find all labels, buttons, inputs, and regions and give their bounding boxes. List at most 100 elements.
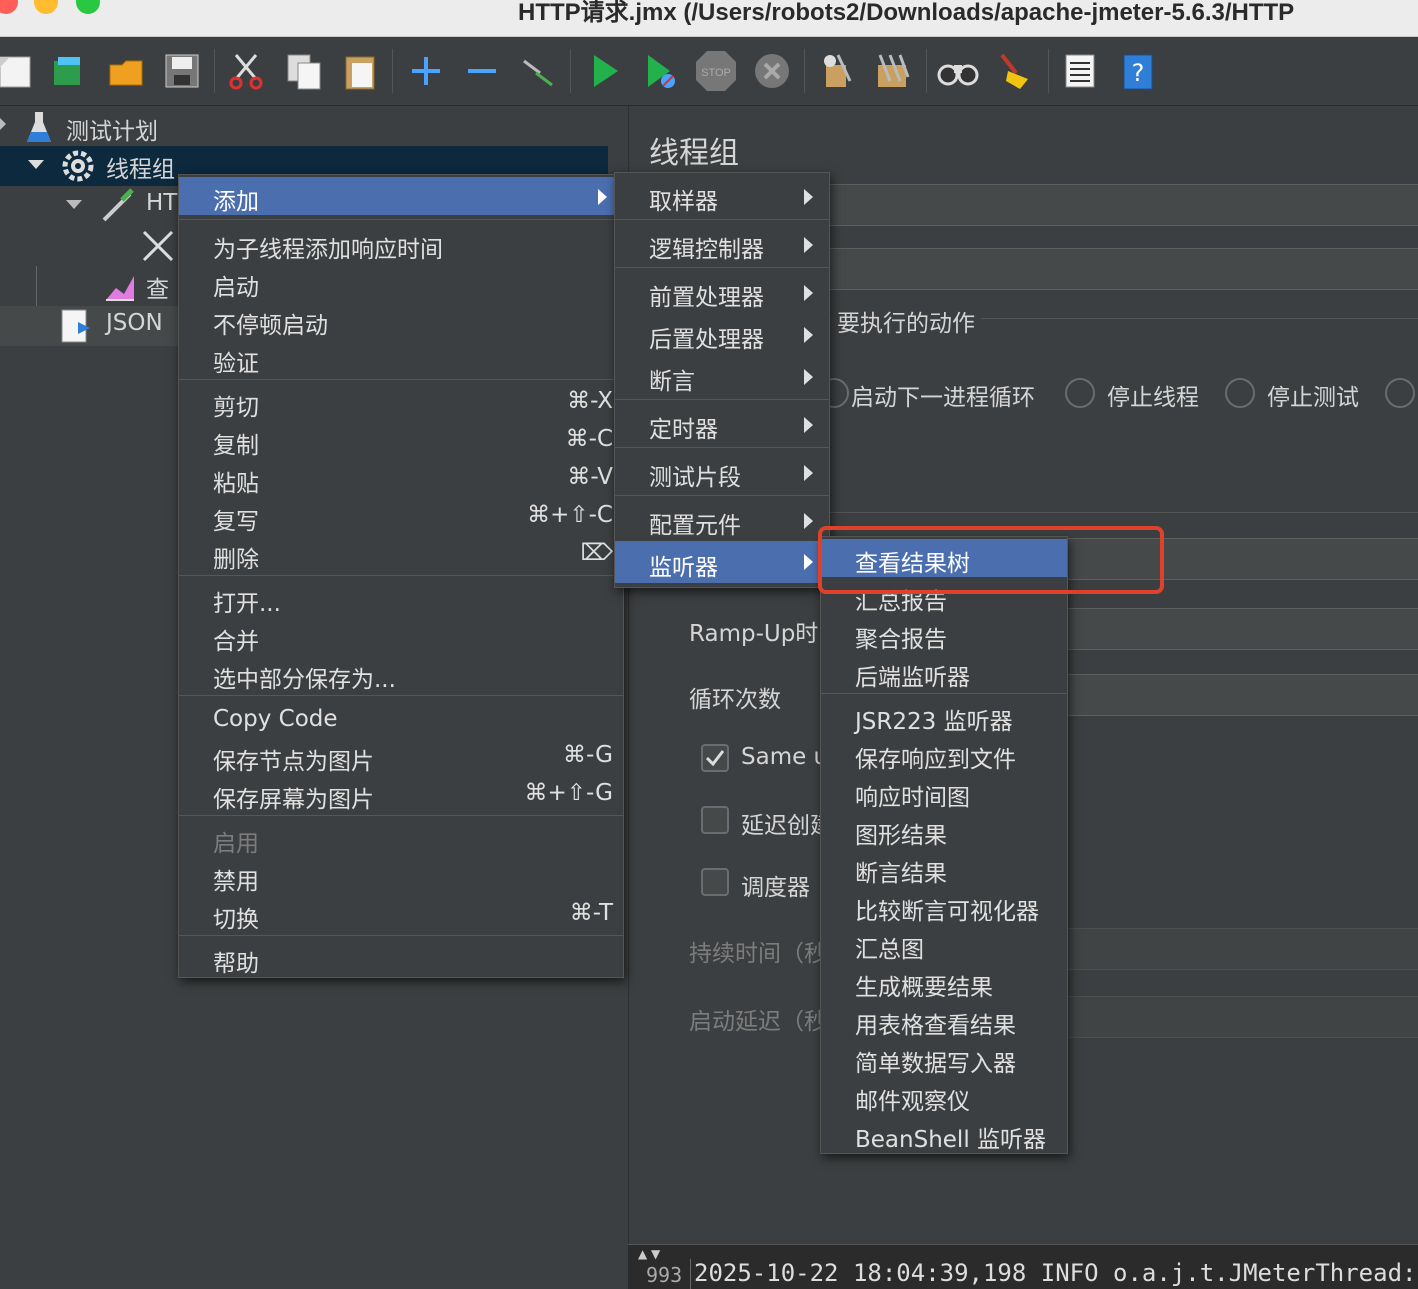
tree-item-test-plan[interactable]: 测试计划 — [0, 108, 610, 148]
menu-item-open[interactable]: 打开... — [179, 579, 623, 617]
duration-label: 持续时间（秒 — [689, 941, 827, 967]
annotation-highlight-box — [818, 526, 1164, 594]
menu-item-add[interactable]: 添加 — [179, 177, 623, 215]
startup-delay-label: 启动延迟（秒 — [689, 1009, 827, 1035]
collapse-arrow-icon[interactable] — [66, 200, 82, 209]
radio-stop-thread[interactable] — [1065, 378, 1095, 408]
paste-icon[interactable] — [338, 49, 382, 93]
menu-item-assertion[interactable]: 断言 — [615, 357, 829, 395]
menu-item-add-response-time[interactable]: 为子线程添加响应时间 — [179, 225, 623, 263]
menu-item-generate-summary[interactable]: 生成概要结果 — [821, 963, 1067, 1001]
menu-item-config-element[interactable]: 配置元件 — [615, 501, 829, 539]
function-helper-icon[interactable] — [1058, 49, 1102, 93]
menu-item-sampler[interactable]: 取样器 — [615, 177, 829, 215]
menu-item-copy[interactable]: 复制 ⌘-C — [179, 421, 623, 459]
gear-icon — [60, 148, 96, 190]
scroll-arrows-icon[interactable]: ▲ ▼ — [638, 1247, 660, 1261]
templates-icon[interactable] — [46, 49, 90, 93]
minimize-window-button[interactable] — [34, 0, 58, 14]
menu-item-validate[interactable]: 验证 — [179, 339, 623, 377]
context-menu: 添加 为子线程添加响应时间 启动 不停顿启动 验证 剪切 ⌘-X 复制 ⌘-C 粘贴… — [178, 174, 624, 978]
error-action-label: 要执行的动作 — [831, 304, 981, 338]
menu-item-paste[interactable]: 粘贴 ⌘-V — [179, 459, 623, 497]
menu-item-simple-data-writer[interactable]: 简单数据写入器 — [821, 1039, 1067, 1077]
start-icon[interactable] — [582, 49, 626, 93]
stop-icon[interactable]: STOP — [694, 49, 738, 93]
open-icon[interactable] — [104, 49, 148, 93]
close-window-button[interactable] — [0, 0, 18, 14]
submenu-arrow-icon — [804, 554, 813, 570]
menu-item-save-screen-image[interactable]: 保存屏幕为图片 ⌘+⇧-G — [179, 775, 623, 813]
comments-field[interactable] — [825, 248, 1418, 290]
delay-thread-checkbox[interactable] — [701, 806, 729, 834]
search-icon[interactable] — [936, 49, 980, 93]
menu-item-aggregate-graph[interactable]: 汇总图 — [821, 925, 1067, 963]
menu-item-start[interactable]: 启动 — [179, 263, 623, 301]
log-panel: ▲ ▼ 993 2025-10-22 18:04:39,198 INFO o.a… — [628, 1244, 1418, 1289]
menu-item-mailer-visualizer[interactable]: 邮件观察仪 — [821, 1077, 1067, 1115]
menu-item-test-fragment[interactable]: 测试片段 — [615, 453, 829, 491]
cut-icon[interactable] — [224, 49, 268, 93]
same-user-checkbox[interactable] — [701, 744, 729, 772]
menu-item-graph-results[interactable]: 图形结果 — [821, 811, 1067, 849]
menu-item-duplicate[interactable]: 复写 ⌘+⇧-C — [179, 497, 623, 535]
submenu-arrow-icon — [804, 285, 813, 301]
pipette-icon — [100, 188, 136, 230]
clear-icon[interactable] — [814, 49, 858, 93]
menu-item-logic-controller[interactable]: 逻辑控制器 — [615, 225, 829, 263]
reset-search-icon[interactable] — [992, 49, 1036, 93]
tree-item-label: JSON — [106, 310, 163, 336]
menu-item-delete[interactable]: 删除 ⌦ — [179, 535, 623, 573]
menu-item-merge[interactable]: 合并 — [179, 617, 623, 655]
shutdown-icon[interactable] — [750, 49, 794, 93]
menu-item-copy-code[interactable]: Copy Code — [179, 701, 623, 739]
radio-label: 停止线程 — [1107, 385, 1199, 411]
name-field[interactable] — [825, 184, 1418, 226]
menu-item-comparison-assertion-visualizer[interactable]: 比较断言可视化器 — [821, 887, 1067, 925]
radio-stop-test-now[interactable] — [1385, 378, 1415, 408]
menu-item-save-node-image[interactable]: 保存节点为图片 ⌘-G — [179, 737, 623, 775]
collapse-arrow-icon[interactable] — [28, 160, 44, 169]
submenu-arrow-icon — [804, 369, 813, 385]
menu-item-toggle[interactable]: 切换 ⌘-T — [179, 895, 623, 933]
menu-item-response-time-graph[interactable]: 响应时间图 — [821, 773, 1067, 811]
menu-item-backend-listener[interactable]: 后端监听器 — [821, 653, 1067, 691]
rampup-label: Ramp-Up时 — [689, 621, 819, 647]
menu-item-assertion-results[interactable]: 断言结果 — [821, 849, 1067, 887]
log-line-number: 993 — [646, 1263, 683, 1287]
start-no-pause-icon[interactable] — [638, 49, 682, 93]
zoom-window-button[interactable] — [76, 0, 100, 14]
same-user-label: Same u — [741, 744, 829, 770]
menu-item-save-responses[interactable]: 保存响应到文件 — [821, 735, 1067, 773]
listener-submenu: 查看结果树 汇总报告 聚合报告 后端监听器 JSR223 监听器 保存响应到文件… — [820, 536, 1068, 1154]
menu-item-disable[interactable]: 禁用 — [179, 857, 623, 895]
submenu-arrow-icon — [804, 189, 813, 205]
toggle-icon[interactable] — [516, 49, 560, 93]
radio-stop-test[interactable] — [1225, 378, 1255, 408]
menu-item-view-results-table[interactable]: 用表格查看结果 — [821, 1001, 1067, 1039]
menu-item-post-processor[interactable]: 后置处理器 — [615, 315, 829, 353]
menu-item-jsr223-listener[interactable]: JSR223 监听器 — [821, 697, 1067, 735]
menu-item-pre-processor[interactable]: 前置处理器 — [615, 273, 829, 311]
menu-item-listener[interactable]: 监听器 — [615, 541, 829, 583]
menu-item-save-selection[interactable]: 选中部分保存为... — [179, 655, 623, 693]
menu-item-beanshell-listener[interactable]: BeanShell 监听器 — [821, 1115, 1067, 1153]
scheduler-checkbox[interactable] — [701, 868, 729, 896]
new-icon[interactable] — [0, 49, 38, 93]
collapse-icon[interactable] — [460, 49, 504, 93]
menu-item-timer[interactable]: 定时器 — [615, 405, 829, 443]
clear-all-icon[interactable] — [870, 49, 914, 93]
menu-item-help[interactable]: 帮助 — [179, 939, 623, 977]
menu-item-cut[interactable]: 剪切 ⌘-X — [179, 383, 623, 421]
expand-arrow-icon[interactable] — [0, 118, 6, 130]
help-icon[interactable]: ? — [1116, 49, 1160, 93]
expand-icon[interactable] — [404, 49, 448, 93]
panel-title: 线程组 — [649, 136, 739, 171]
document-icon — [60, 308, 94, 350]
menu-item-start-no-pause[interactable]: 不停顿启动 — [179, 301, 623, 339]
menu-item-aggregate-report[interactable]: 聚合报告 — [821, 615, 1067, 653]
submenu-arrow-icon — [598, 189, 607, 205]
copy-icon[interactable] — [282, 49, 326, 93]
radio-label: 停止测试 — [1267, 385, 1359, 411]
save-icon[interactable] — [160, 49, 204, 93]
